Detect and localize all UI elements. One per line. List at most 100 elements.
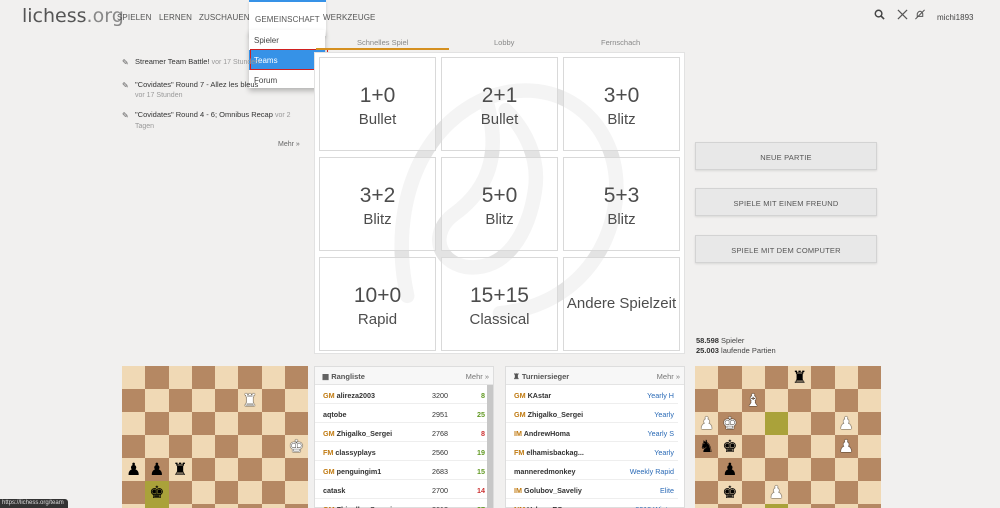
tournament-name[interactable]: Elite xyxy=(660,486,674,495)
board-square xyxy=(191,412,215,435)
tab-lobby[interactable]: Lobby xyxy=(494,38,514,47)
chess-piece-icon: ♜ xyxy=(792,368,808,387)
player-name[interactable]: catask xyxy=(323,486,345,495)
player-name[interactable]: GM alireza2003 xyxy=(323,391,375,400)
pool-cell[interactable]: 1+0 Bullet xyxy=(319,57,436,151)
tournament-name[interactable]: Yearly H xyxy=(647,391,674,400)
board-square xyxy=(284,366,308,389)
leaderboard-row[interactable]: GM Zhigalko_Sergei 2768 8 xyxy=(315,424,487,442)
logo[interactable]: lichess.org xyxy=(22,5,124,27)
new-game-button[interactable]: NEUE PARTIE xyxy=(695,142,877,170)
pool-cell[interactable]: 5+0 Blitz xyxy=(441,157,558,251)
pool-cell[interactable]: 15+15 Classical xyxy=(441,257,558,351)
winner-row[interactable]: IM AndrewHoma Yearly S xyxy=(506,424,678,442)
pool-cell[interactable]: 5+3 Blitz xyxy=(563,157,680,251)
board-square xyxy=(238,458,262,481)
search-icon[interactable] xyxy=(874,9,885,23)
player-name-text: catask xyxy=(323,486,346,495)
chess-piece-icon: ♟ xyxy=(722,460,738,479)
leaderboard-row[interactable]: GM Zhigalko_Sergei261227 xyxy=(315,500,487,508)
board-square xyxy=(718,504,742,508)
chess-piece-icon: ♝ xyxy=(745,391,761,410)
player-name[interactable]: IM AndrewHoma xyxy=(514,429,570,438)
board-square xyxy=(191,458,215,481)
leaderboard-row[interactable]: GM alireza2003 3200 8 xyxy=(315,386,487,404)
tournament-name[interactable]: Yearly xyxy=(654,410,674,419)
scrollbar[interactable] xyxy=(487,385,493,508)
tab-quick-game[interactable]: Schnelles Spiel xyxy=(357,38,408,47)
tv-board-right[interactable]: ♜ ♝ ♟ ♚ ♞ ♚ ♟ ♟ ♟ ♚ ♟ xyxy=(695,366,881,508)
player-title: FM xyxy=(514,448,525,457)
winner-row[interactable]: NM Valera_RS2019 Winter xyxy=(506,500,678,508)
board-square xyxy=(788,504,812,508)
blog-more-link[interactable]: Mehr » xyxy=(278,141,300,148)
player-name[interactable]: GM Zhigalko_Sergei xyxy=(323,429,392,438)
player-name[interactable]: aqtobe xyxy=(323,410,347,419)
player-name[interactable]: GM KAstar xyxy=(514,391,551,400)
user-menu[interactable]: michi1893 xyxy=(937,13,973,22)
tab-correspondence[interactable]: Fernschach xyxy=(601,38,640,47)
player-name[interactable]: manneredmonkey xyxy=(514,467,576,476)
player-name[interactable]: FM elhamisbackag... xyxy=(514,448,584,457)
leaderboard-row[interactable]: FM classyplays 2560 19 xyxy=(315,443,487,461)
board-square xyxy=(857,389,881,412)
player-name[interactable]: FM classyplays xyxy=(323,448,376,457)
board-square xyxy=(718,366,742,389)
board-square xyxy=(145,504,169,508)
leaderboard-panel: ▦ Rangliste Mehr » GM alireza2003 3200 8 aqt… xyxy=(314,366,494,508)
nav-learn[interactable]: LERNEN xyxy=(159,13,192,22)
board-square xyxy=(718,389,742,412)
board-square xyxy=(811,366,835,389)
nav-play[interactable]: SPIELEN xyxy=(117,13,152,22)
player-name-text: manneredmonkey xyxy=(514,467,576,476)
leaderboard-row[interactable]: GM penguingim1 2683 15 xyxy=(315,462,487,480)
winner-row[interactable]: GM Zhigalko_Sergei Yearly xyxy=(506,405,678,423)
blog-item[interactable]: ✎ "Covidates" Round 4 - 6; Omnibus Recap… xyxy=(122,110,302,132)
board-square xyxy=(215,389,239,412)
board-square xyxy=(741,366,765,389)
play-computer-button[interactable]: SPIELE MIT DEM COMPUTER xyxy=(695,235,877,263)
pool-cell[interactable]: 10+0 Rapid xyxy=(319,257,436,351)
nav-watch[interactable]: ZUSCHAUEN xyxy=(199,13,250,22)
swords-icon[interactable] xyxy=(897,9,908,23)
player-title: IM xyxy=(514,429,522,438)
board-square xyxy=(695,458,719,481)
leaderboard-title: Rangliste xyxy=(331,372,365,381)
blog-item[interactable]: ✎ Streamer Team Battle! vor 17 Stunden xyxy=(122,57,302,68)
board-square xyxy=(215,481,239,504)
pool-cell[interactable]: 3+2 Blitz xyxy=(319,157,436,251)
bell-off-icon[interactable] xyxy=(914,9,926,23)
winner-row[interactable]: IM Golubov_Saveliy Elite xyxy=(506,481,678,499)
tournament-name[interactable]: Weekly Rapid xyxy=(630,467,674,476)
leaderboard-row[interactable]: aqtobe 2951 25 xyxy=(315,405,487,423)
pool-cell-custom[interactable]: Andere Spielzeit xyxy=(563,257,680,351)
player-name-text: Zhigalko_Sergei xyxy=(336,429,393,438)
board-square xyxy=(811,435,835,458)
board-square xyxy=(764,435,788,458)
chess-piece-icon: ♞ xyxy=(699,437,715,456)
pool-cell[interactable]: 2+1 Bullet xyxy=(441,57,558,151)
players-count: 58.598 Spieler xyxy=(696,336,745,345)
player-name[interactable]: GM Zhigalko_Sergei xyxy=(514,410,583,419)
chess-piece-icon: ♜ xyxy=(242,391,258,410)
leaderboard-more-link[interactable]: Mehr » xyxy=(466,372,489,381)
winner-row[interactable]: FM elhamisbackag... Yearly xyxy=(506,443,678,461)
player-name[interactable]: GM penguingim1 xyxy=(323,467,381,476)
blog-item[interactable]: ✎ "Covidates" Round 7 - Allez les bleus v… xyxy=(122,80,302,101)
winners-more-link[interactable]: Mehr » xyxy=(657,372,680,381)
player-name[interactable]: IM Golubov_Saveliy xyxy=(514,486,582,495)
leaderboard-row[interactable]: catask 2700 14 xyxy=(315,481,487,499)
play-friend-button[interactable]: SPIELE MIT EINEM FREUND xyxy=(695,188,877,216)
dropdown-item-players[interactable]: Spieler xyxy=(249,30,325,50)
nav-tools[interactable]: WERKZEUGE xyxy=(323,13,375,22)
pool-cell[interactable]: 3+0 Blitz xyxy=(563,57,680,151)
board-square xyxy=(741,504,765,508)
winner-row[interactable]: GM KAstar Yearly H xyxy=(506,386,678,404)
board-square xyxy=(834,458,858,481)
winner-row[interactable]: manneredmonkey Weekly Rapid xyxy=(506,462,678,480)
board-square xyxy=(261,504,285,508)
tournament-name[interactable]: Yearly S xyxy=(647,429,674,438)
tv-board-left[interactable]: ♜ ♚ ♟ ♟ ♜ ♚ xyxy=(122,366,308,508)
board-square xyxy=(122,504,146,508)
tournament-name[interactable]: Yearly xyxy=(654,448,674,457)
